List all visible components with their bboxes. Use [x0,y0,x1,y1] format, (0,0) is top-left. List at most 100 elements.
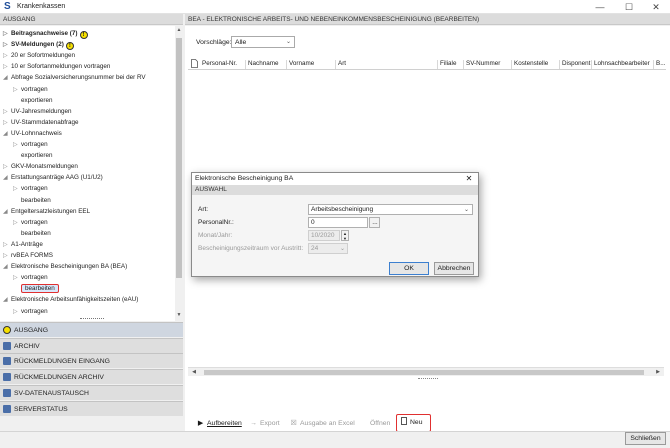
collapsed-arrow-icon[interactable]: ▷ [13,307,21,318]
export-label: Export [260,420,280,427]
scroll-up-icon[interactable]: ▲ [175,27,183,33]
tree-item[interactable]: ◢ Entgeltersatzleistungen EEL [3,206,90,217]
tree-item-label: vortragen [21,141,48,148]
expanded-arrow-icon[interactable]: ◢ [3,262,11,273]
personalnr-browse-button[interactable]: ... [369,217,380,228]
nav-section-label: RÜCKMELDUNGEN EINGANG [14,358,110,366]
tree-item[interactable]: ▷ vortragen [13,139,48,150]
scroll-down-icon[interactable]: ▼ [175,312,183,318]
ok-button[interactable]: OK [389,262,429,275]
tree-item[interactable]: ▷ 20 er Sofortmeldungen [3,50,75,61]
expanded-arrow-icon[interactable]: ◢ [3,295,11,306]
column-header[interactable]: Lohnsachbearbeiter [594,60,650,67]
monat-jahr-stepper[interactable]: ▲ ▼ [341,230,349,241]
column-separator[interactable] [245,60,246,69]
column-header[interactable]: Filiale [440,60,456,67]
neu-label: Neu [410,419,423,426]
personalnr-input[interactable]: 0 [308,217,368,228]
tree-item[interactable]: bearbeiten [13,228,51,239]
aufbereiten-button[interactable]: ▶ Aufbereiten [196,418,242,429]
tree-item[interactable]: ▷ vortragen [13,84,48,95]
grid-splitter-grip[interactable] [418,378,438,380]
nav-section-r-ckmeldungen-archiv[interactable]: RÜCKMELDUNGEN ARCHIV [0,369,183,385]
tree-item[interactable]: ▷ A1-Anträge [3,239,43,250]
column-separator[interactable] [463,60,464,69]
oeffnen-button[interactable]: Öffnen [370,418,390,429]
tree-item[interactable]: ▷ vortragen [13,272,48,283]
tree-item-label: Abfrage Sozialversicherungsnummer bei de… [11,74,146,82]
column-separator[interactable] [591,60,592,69]
column-separator[interactable] [335,60,336,69]
neu-button[interactable]: Neu [396,414,431,432]
nav-section-sv-datenaustausch[interactable]: SV-DATENAUSTAUSCH [0,384,183,400]
tree-item[interactable]: ▷ vortragen [13,183,48,194]
tree-scroll-thumb[interactable] [176,38,182,278]
nav-section-ausgang[interactable]: AUSGANG [0,322,183,337]
tree-item[interactable]: ▷ UV-Jahresmeldungen [3,106,72,117]
tree-item[interactable]: ▷ rvBEA FORMS [3,250,53,261]
tree-item[interactable]: ▷ vortragen [13,306,48,317]
nav-section-label: ARCHIV [14,342,40,350]
oeffnen-label: Öffnen [370,420,391,427]
column-separator[interactable] [559,60,560,69]
column-separator[interactable] [511,60,512,69]
tree-item[interactable]: ◢ Elektronische Bescheinigungen BA (BEA) [3,261,127,272]
tree-item[interactable]: ▷ UV-Stammdatenabfrage [3,117,79,128]
tree-item[interactable]: bearbeiten [13,195,51,206]
monat-jahr-label: Monat/Jahr: [198,232,233,239]
export-button[interactable]: → Export [249,418,280,429]
monat-jahr-input[interactable]: 10/2020 [308,230,340,241]
tree-item[interactable]: bearbeiten [13,283,59,294]
tree-item[interactable]: ◢ UV-Lohnnachweis [3,128,62,139]
column-header[interactable]: Art [338,60,346,67]
maximize-button[interactable]: ☐ [615,0,643,14]
tree-item[interactable]: ▷ SV-Meldungen (2)! [3,39,74,51]
column-header[interactable]: Personal-Nr. [202,60,237,67]
dialog-close-icon[interactable]: ✕ [462,173,476,185]
column-header[interactable]: Vorname [289,60,314,67]
column-header[interactable]: Kostenstelle [514,60,548,67]
abbrechen-button[interactable]: Abbrechen [434,262,474,275]
expanded-arrow-icon[interactable]: ◢ [3,173,11,184]
vorschlaege-select[interactable]: Alle ⌄ [231,36,295,48]
dialog-section-header: AUSWAHL [192,185,478,195]
tree-scrollbar[interactable]: ▲ ▼ [175,26,183,321]
scroll-left-icon[interactable]: ◀ [190,369,198,375]
column-separator[interactable] [437,60,438,69]
nav-section-serverstatus[interactable]: SERVERSTATUS [0,400,183,416]
art-select[interactable]: Arbeitsbescheinigung ⌄ [308,204,473,215]
tree-item-label: 10 er Sofortanmeldungen vortragen [11,63,111,71]
ausgabe-excel-button[interactable]: ☒ Ausgabe an Excel [289,418,354,429]
navigation-tree: ▷ Beitragsnachweise (7)! ▷ SV-Meldungen (2)… [0,26,175,321]
tree-item[interactable]: exportieren [13,95,53,106]
splitter-grip[interactable] [80,318,104,320]
tree-item[interactable]: ◢ Elektronische Arbeitsunfähigkeitszeiten… [3,294,138,305]
tree-item[interactable]: ◢ Abfrage Sozialversicherungsnummer bei d… [3,72,146,83]
tree-item[interactable]: ▷ vortragen [13,217,48,228]
column-separator[interactable] [286,60,287,69]
tree-item[interactable]: ▷ GKV-Monatsmeldungen [3,161,78,172]
column-header[interactable]: SV-Nummer [466,60,500,67]
grid-horizontal-scrollbar[interactable]: ◀ ▶ [188,367,664,376]
expanded-arrow-icon[interactable]: ◢ [3,129,11,140]
column-header[interactable]: B... [656,60,665,67]
column-header[interactable]: Disponent [562,60,590,67]
column-header[interactable]: Nachname [248,60,278,67]
expanded-arrow-icon[interactable]: ◢ [3,207,11,218]
expanded-arrow-icon[interactable]: ◢ [3,73,11,84]
tree-item[interactable]: ▷ Beitragsnachweise (7)! [3,28,88,39]
scroll-right-icon[interactable]: ▶ [654,369,662,375]
nav-section-r-ckmeldungen-eingang[interactable]: RÜCKMELDUNGEN EINGANG [0,353,183,369]
schliessen-button[interactable]: Schließen [625,432,666,445]
tree-item[interactable]: ▷ 10 er Sofortanmeldungen vortragen [3,61,110,72]
tree-item-label: bearbeiten [21,284,59,294]
nav-section-archiv[interactable]: ARCHIV [0,337,183,353]
tree-item[interactable]: exportieren [13,150,53,161]
close-window-button[interactable]: ✕ [642,0,670,14]
tree-item[interactable]: ◢ Erstattungsanträge AAG (U1/U2) [3,172,103,183]
minimize-button[interactable]: — [586,0,614,14]
warning-icon: ! [65,42,74,51]
column-separator[interactable] [653,60,654,69]
grid-scroll-thumb[interactable] [204,370,644,375]
zeitraum-select[interactable]: 24 ⌄ [308,243,348,254]
